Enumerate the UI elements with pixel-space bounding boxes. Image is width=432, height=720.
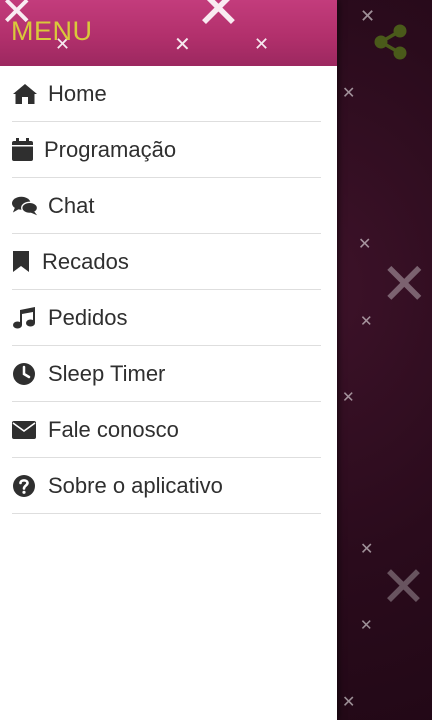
sparkle-decoration: ✕ xyxy=(358,234,372,253)
menu-item-sleep-timer[interactable]: Sleep Timer xyxy=(12,346,321,402)
bookmark-icon xyxy=(12,250,32,274)
menu-list: Home Programação Chat Recados Pedidos Sl… xyxy=(0,66,337,514)
menu-item-fale-conosco[interactable]: Fale conosco xyxy=(12,402,321,458)
sparkle-decoration: ✕ xyxy=(195,0,242,42)
menu-item-sobre[interactable]: Sobre o aplicativo xyxy=(12,458,321,514)
menu-title: MENU xyxy=(11,16,93,46)
drawer-header: ✕ ✕ ✕ ✕ ✕ MENU xyxy=(0,0,337,66)
share-icon[interactable] xyxy=(374,24,408,60)
sparkle-decoration: ✕ xyxy=(360,6,376,27)
menu-item-label: Chat xyxy=(48,192,95,218)
menu-item-label: Pedidos xyxy=(48,304,128,330)
menu-item-label: Recados xyxy=(42,248,129,274)
sparkle-decoration: ✕ xyxy=(380,555,427,620)
menu-item-label: Sleep Timer xyxy=(48,360,166,386)
question-circle-icon xyxy=(12,474,38,498)
menu-item-programacao[interactable]: Programação xyxy=(12,122,321,178)
sparkle-decoration: ✕ xyxy=(174,32,191,56)
music-note-icon xyxy=(12,306,38,330)
sparkle-decoration: ✕ xyxy=(360,539,374,558)
menu-item-label: Fale conosco xyxy=(48,416,179,442)
menu-item-recados[interactable]: Recados xyxy=(12,234,321,290)
sparkle-decoration: ✕ xyxy=(380,250,429,318)
sparkle-decoration: ✕ xyxy=(342,692,356,711)
sparkle-decoration: ✕ xyxy=(360,616,373,634)
sparkle-decoration: ✕ xyxy=(342,388,355,406)
sparkle-decoration: ✕ xyxy=(254,34,270,55)
home-icon xyxy=(12,82,38,106)
menu-item-label: Home xyxy=(48,80,107,106)
menu-item-chat[interactable]: Chat xyxy=(12,178,321,234)
menu-item-pedidos[interactable]: Pedidos xyxy=(12,290,321,346)
menu-item-label: Programação xyxy=(44,136,177,162)
clock-icon xyxy=(12,362,38,386)
menu-item-label: Sobre o aplicativo xyxy=(48,472,223,498)
calendar-icon xyxy=(12,138,34,162)
sparkle-decoration: ✕ xyxy=(342,83,356,102)
navigation-drawer: ✕ ✕ ✕ ✕ ✕ MENU Home Programação Chat Rec… xyxy=(0,0,337,720)
chat-icon xyxy=(12,194,38,218)
menu-item-home[interactable]: Home xyxy=(12,66,321,122)
sparkle-decoration: ✕ xyxy=(360,312,373,330)
envelope-icon xyxy=(12,418,38,442)
